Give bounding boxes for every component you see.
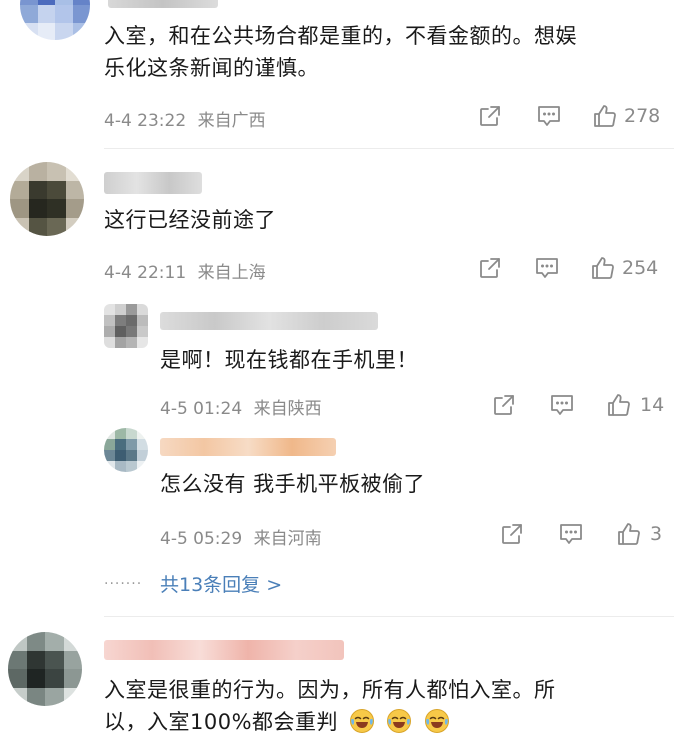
- comment-text: 这行已经没前途了: [104, 208, 276, 232]
- avatar[interactable]: [20, 0, 90, 40]
- comment-text: 入室是很重的行为。因为，所有人都怕入室。所 以，入室100%都会重判: [104, 678, 556, 734]
- share-icon: [494, 395, 514, 415]
- share-button[interactable]: [478, 104, 502, 128]
- avatar[interactable]: [10, 162, 84, 236]
- comment-icon: [551, 395, 573, 415]
- share-button[interactable]: [500, 522, 524, 546]
- timestamp: 4-4 23:22: [104, 111, 187, 131]
- laugh-cry-emoji-icon: [350, 709, 375, 733]
- username-blurred[interactable]: [104, 172, 202, 194]
- reply-meta: 4-5 05:29 来自河南: [160, 524, 322, 549]
- share-icon: [502, 524, 522, 544]
- comment-icon: [560, 524, 582, 544]
- thumbs-up-icon: [594, 105, 616, 127]
- share-button[interactable]: [492, 393, 516, 417]
- location: 来自河南: [253, 529, 322, 549]
- username-blurred[interactable]: [160, 312, 378, 330]
- thumbs-up-icon: [608, 394, 630, 416]
- username-blurred[interactable]: [108, 0, 218, 8]
- like-count: 3: [650, 523, 663, 545]
- timestamp: 4-4 22:11: [104, 263, 187, 283]
- comment-icon: [536, 258, 558, 278]
- like-button[interactable]: 254: [590, 255, 658, 281]
- comment-meta: 4-4 22:11 来自上海: [104, 258, 266, 283]
- like-count: 14: [640, 394, 665, 416]
- like-count: 278: [624, 105, 661, 127]
- comment-text: 入室，和在公共场合都是重的，不看金额的。想娱 乐化这条新闻的谨慎。: [104, 24, 577, 80]
- timestamp: 4-5 01:24: [160, 399, 243, 419]
- divider: [104, 148, 674, 149]
- reply-meta: 4-5 01:24 来自陕西: [160, 394, 322, 419]
- timestamp: 4-5 05:29: [160, 529, 243, 549]
- laugh-cry-emoji-icon: [424, 709, 449, 733]
- more-replies-link[interactable]: 共13条回复 >: [160, 570, 282, 597]
- reply-avatar[interactable]: [104, 304, 148, 348]
- comment-icon: [538, 106, 560, 126]
- comment-button[interactable]: [549, 393, 575, 417]
- location: 来自上海: [197, 263, 266, 283]
- username-blurred[interactable]: [160, 438, 336, 456]
- laugh-cry-emoji-icon: [387, 709, 412, 733]
- avatar[interactable]: [8, 632, 82, 706]
- share-icon: [480, 258, 500, 278]
- reply-text: 怎么没有 我手机平板被偷了: [160, 472, 426, 496]
- divider: [104, 616, 674, 617]
- share-button[interactable]: [478, 256, 502, 280]
- location: 来自广西: [197, 111, 266, 131]
- like-count: 254: [622, 257, 659, 279]
- share-icon: [480, 106, 500, 126]
- thumbs-up-icon: [618, 523, 640, 545]
- thumbs-up-icon: [592, 257, 614, 279]
- username-blurred[interactable]: [104, 640, 344, 660]
- like-button[interactable]: 14: [606, 392, 664, 418]
- location: 来自陕西: [253, 399, 322, 419]
- like-button[interactable]: 278: [592, 103, 660, 129]
- comment-button[interactable]: [558, 522, 584, 546]
- comment-meta: 4-4 23:22 来自广西: [104, 106, 266, 131]
- comment-button[interactable]: [536, 104, 562, 128]
- comment-button[interactable]: [534, 256, 560, 280]
- reply-text: 是啊！现在钱都在手机里！: [160, 348, 418, 372]
- like-button[interactable]: 3: [616, 521, 662, 547]
- reply-avatar[interactable]: [104, 428, 148, 472]
- more-replies-dots: ·······: [104, 576, 143, 592]
